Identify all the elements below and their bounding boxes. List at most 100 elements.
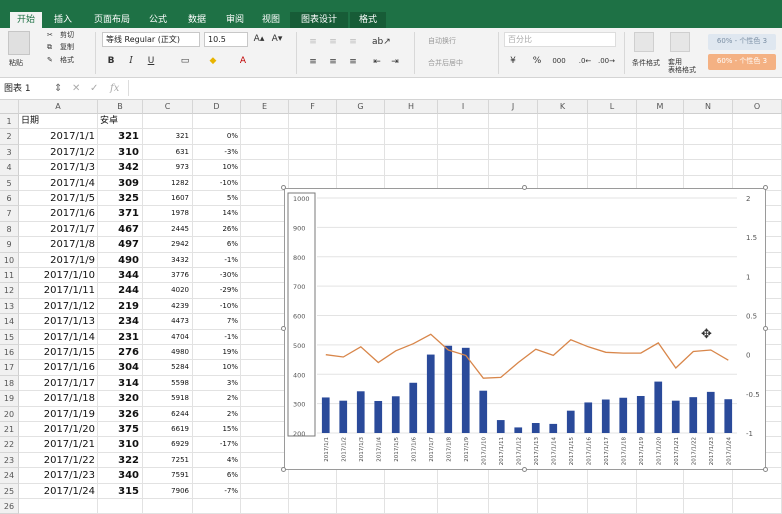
format-painter-button[interactable]: 格式 <box>60 55 74 65</box>
cell[interactable]: 2017/1/21 <box>19 437 98 453</box>
cell[interactable] <box>193 499 241 514</box>
cell[interactable] <box>438 129 489 145</box>
row-header[interactable]: 12 <box>0 283 19 299</box>
orientation-icon[interactable]: ab↗ <box>372 36 391 49</box>
cell[interactable]: 3432 <box>143 252 193 268</box>
cell[interactable] <box>241 483 289 499</box>
row-header[interactable]: 6 <box>0 191 19 207</box>
row-header[interactable]: 4 <box>0 160 19 176</box>
cell[interactable] <box>241 129 289 145</box>
row-header[interactable]: 21 <box>0 422 19 438</box>
cell[interactable] <box>241 206 289 222</box>
cell[interactable]: 3776 <box>143 268 193 284</box>
tab-5[interactable]: 数据 <box>180 12 214 28</box>
table-format-button[interactable]: 套用 表格格式 <box>668 58 696 74</box>
cell[interactable] <box>289 114 337 130</box>
decrease-decimal-icon[interactable]: .00→ <box>598 55 615 68</box>
resize-handle[interactable] <box>522 467 527 472</box>
row-header[interactable]: 24 <box>0 468 19 484</box>
cell[interactable] <box>385 160 438 176</box>
cell[interactable]: 321 <box>98 129 143 145</box>
cell[interactable]: 304 <box>98 360 143 376</box>
wrap-text-button[interactable]: 自动换行 <box>428 36 456 46</box>
cell[interactable]: 315 <box>98 483 143 499</box>
column-header[interactable]: F <box>289 100 337 114</box>
cell[interactable] <box>289 129 337 145</box>
cell[interactable] <box>241 114 289 130</box>
cell[interactable] <box>241 160 289 176</box>
border-icon[interactable]: ▭ <box>178 55 192 68</box>
row-header[interactable]: 19 <box>0 391 19 407</box>
row-header[interactable]: 3 <box>0 144 19 161</box>
increase-decimal-icon[interactable]: .0← <box>578 55 592 68</box>
cell[interactable] <box>637 129 684 145</box>
currency-icon[interactable]: ¥ <box>506 55 520 68</box>
cell[interactable]: 4020 <box>143 283 193 299</box>
cell[interactable]: 340 <box>98 468 143 484</box>
cell[interactable]: 973 <box>143 160 193 176</box>
cell[interactable]: 467 <box>98 221 143 238</box>
cell[interactable] <box>438 114 489 130</box>
row-header[interactable]: 15 <box>0 329 19 345</box>
cell[interactable] <box>438 144 489 161</box>
resize-handle[interactable] <box>763 467 768 472</box>
tab-9[interactable]: 格式 <box>350 12 386 28</box>
cell[interactable] <box>588 499 637 514</box>
row-header[interactable]: 14 <box>0 314 19 330</box>
cell[interactable] <box>385 129 438 145</box>
cell[interactable] <box>337 114 385 130</box>
cell[interactable]: 2017/1/20 <box>19 422 98 438</box>
row-header[interactable]: 18 <box>0 375 19 392</box>
cell[interactable] <box>337 144 385 161</box>
row-header[interactable]: 2 <box>0 129 19 145</box>
cell[interactable] <box>637 114 684 130</box>
cell[interactable]: 2017/1/13 <box>19 314 98 330</box>
cell[interactable] <box>241 499 289 514</box>
column-header[interactable]: A <box>19 100 98 114</box>
row-header[interactable]: 26 <box>0 499 19 514</box>
italic-button[interactable]: I <box>124 55 138 68</box>
cell[interactable]: 5% <box>193 191 241 207</box>
outdent-icon[interactable]: ⇤ <box>370 56 384 69</box>
cell[interactable]: 6% <box>193 237 241 253</box>
cell[interactable] <box>588 129 637 145</box>
cell[interactable]: 234 <box>98 314 143 330</box>
column-header[interactable]: G <box>337 100 385 114</box>
resize-handle[interactable] <box>763 326 768 331</box>
cell[interactable] <box>241 345 289 361</box>
cell[interactable] <box>241 221 289 238</box>
font-color-icon[interactable]: A <box>236 55 250 68</box>
cell[interactable] <box>588 144 637 161</box>
paste-icon[interactable] <box>8 31 30 55</box>
cell[interactable] <box>337 160 385 176</box>
cell[interactable] <box>289 160 337 176</box>
align-center-icon[interactable]: ≡ <box>326 56 340 69</box>
cell[interactable]: -10% <box>193 175 241 191</box>
merge-center-button[interactable]: 合并后居中 <box>428 58 463 68</box>
cell[interactable]: 276 <box>98 345 143 361</box>
row-header[interactable]: 1 <box>0 114 19 130</box>
cell[interactable]: 5598 <box>143 375 193 392</box>
cell[interactable] <box>684 483 733 499</box>
copy-button[interactable]: 复制 <box>60 42 74 52</box>
column-header[interactable]: N <box>684 100 733 114</box>
cell[interactable] <box>733 160 782 176</box>
cell[interactable]: 310 <box>98 144 143 161</box>
cell[interactable]: 2017/1/12 <box>19 298 98 315</box>
resize-handle[interactable] <box>281 185 286 190</box>
cell[interactable]: 4980 <box>143 345 193 361</box>
cell[interactable] <box>489 144 538 161</box>
row-header[interactable]: 25 <box>0 483 19 499</box>
cell[interactable]: 10% <box>193 360 241 376</box>
cell[interactable] <box>538 483 588 499</box>
cell[interactable]: -7% <box>193 483 241 499</box>
cell[interactable]: 325 <box>98 191 143 207</box>
align-bottom-icon[interactable]: ≡ <box>346 36 360 49</box>
chart[interactable]: 200 300 400 500 600 700 800 900 1000 -1 -0.5 0 0.5 1 1… <box>284 188 766 470</box>
cell[interactable]: 1607 <box>143 191 193 207</box>
cell[interactable]: 5284 <box>143 360 193 376</box>
cell[interactable] <box>241 283 289 299</box>
cell[interactable]: 15% <box>193 422 241 438</box>
cell[interactable] <box>241 252 289 268</box>
confirm-icon[interactable]: ✓ <box>90 81 98 97</box>
